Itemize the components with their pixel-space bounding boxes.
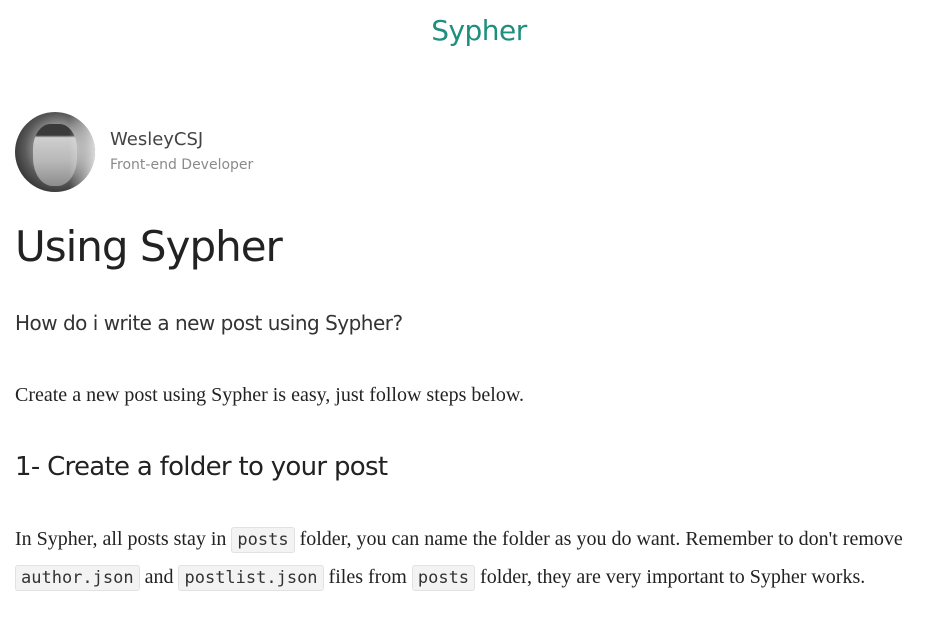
inline-code-posts: posts <box>231 527 295 553</box>
inline-code-posts: posts <box>411 564 476 591</box>
post-title: Using Sypher <box>15 222 283 271</box>
author-card: WesleyCSJ Front-end Developer <box>15 112 253 192</box>
paragraph-text: In Sypher, all posts stay in <box>15 528 232 550</box>
paragraph-text: folder, they are very important to Syphe… <box>475 565 866 588</box>
intro-paragraph: Create a new post using Sypher is easy, … <box>15 384 524 406</box>
author-role: Front-end Developer <box>110 157 254 173</box>
avatar-shade <box>69 112 95 192</box>
paragraph-text: folder, you can name the folder as you d… <box>294 528 903 550</box>
avatar <box>15 112 95 192</box>
site-title-link[interactable]: Sypher <box>431 14 527 47</box>
paragraph-text: files from <box>323 565 412 588</box>
inline-code-author-json: author.json <box>15 564 140 591</box>
author-name: WesleyCSJ <box>110 129 204 150</box>
section-heading: 1- Create a folder to your post <box>15 452 388 482</box>
paragraph-text: and <box>139 565 179 588</box>
site-header: Sypher <box>0 14 927 47</box>
inline-code-postlist-json: postlist.json <box>178 564 324 591</box>
post-subtitle: How do i write a new post using Sypher? <box>15 311 403 335</box>
author-info: WesleyCSJ Front-end Developer <box>110 128 253 176</box>
section-paragraph: In Sypher, all posts stay in posts folde… <box>15 521 915 596</box>
